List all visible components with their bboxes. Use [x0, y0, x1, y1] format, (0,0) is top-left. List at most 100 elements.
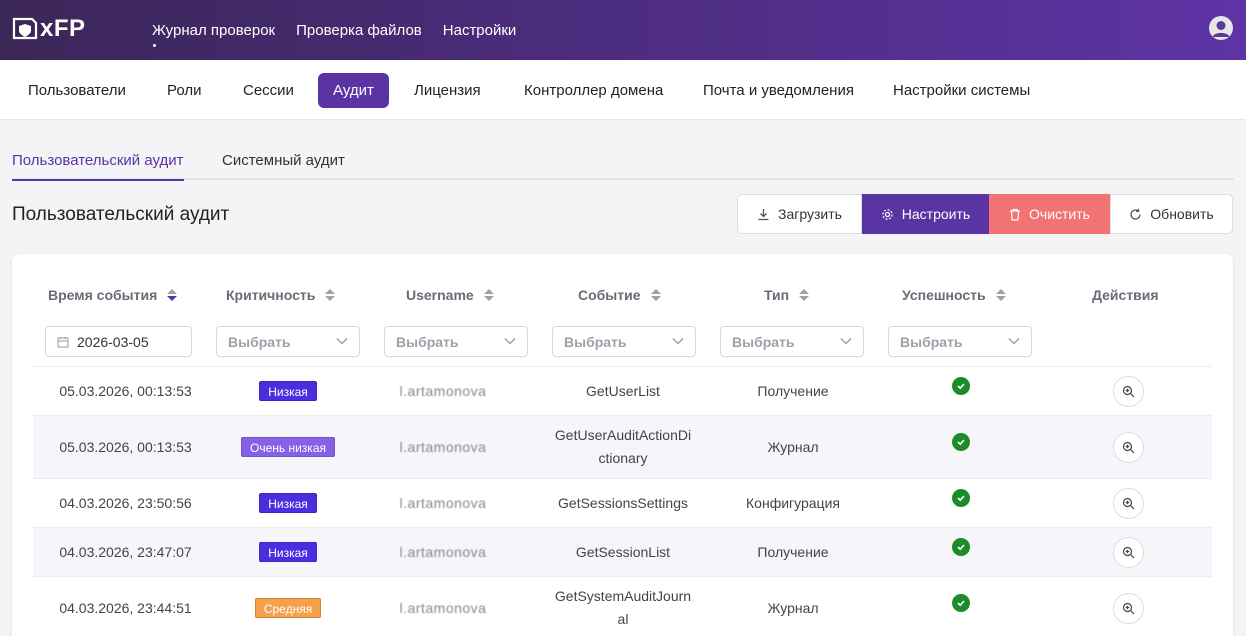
success-cell — [923, 528, 998, 576]
actions-cell — [1098, 528, 1158, 576]
action-buttons: Загрузить Настроить Очистить Обновить — [737, 194, 1233, 234]
column-header-success[interactable]: Успешность — [902, 287, 1006, 303]
column-header-event-time[interactable]: Время события — [48, 287, 178, 303]
username-cell: l.artamonova — [399, 438, 487, 455]
severity-cell: Низкая — [218, 479, 358, 527]
event-name-line: GetSystemAuditJourn — [554, 588, 692, 604]
select-placeholder: Выбрать — [900, 333, 963, 350]
event-time-cell: 04.03.2026, 23:47:07 — [59, 543, 192, 560]
user-avatar-icon[interactable] — [1209, 16, 1233, 40]
subnav-system-settings[interactable]: Настройки системы — [878, 73, 1045, 108]
actions-cell — [1098, 479, 1158, 527]
download-button[interactable]: Загрузить — [737, 194, 862, 234]
table-row[interactable]: 04.03.2026, 23:44:51 Средняя l.artamonov… — [33, 576, 1212, 636]
chevron-down-icon — [336, 338, 348, 345]
view-details-button[interactable] — [1112, 487, 1144, 519]
refresh-icon — [1130, 208, 1141, 220]
table-row[interactable]: 04.03.2026, 23:50:56 Низкая l.artamonova… — [33, 478, 1212, 527]
select-placeholder: Выбрать — [396, 333, 459, 350]
table-row[interactable]: 05.03.2026, 00:13:53 Низкая l.artamonova… — [33, 366, 1212, 415]
event-name-line: GetUserAuditActionDi — [554, 427, 692, 443]
success-cell — [923, 479, 998, 527]
type-cell: Журнал — [767, 599, 819, 616]
column-header-type[interactable]: Тип — [764, 287, 810, 303]
calendar-icon — [57, 336, 69, 347]
actions-cell — [1098, 577, 1158, 636]
event-name-line: al — [617, 611, 629, 627]
view-details-button[interactable] — [1112, 375, 1144, 407]
configure-button[interactable]: Настроить — [862, 194, 989, 234]
refresh-button[interactable]: Обновить — [1110, 194, 1233, 234]
select-placeholder: Выбрать — [732, 333, 795, 350]
severity-filter-select[interactable]: Выбрать — [216, 326, 360, 357]
severity-badge: Низкая — [259, 542, 317, 562]
event-filter-select[interactable]: Выбрать — [552, 326, 696, 357]
chevron-down-icon — [672, 338, 684, 345]
view-details-button[interactable] — [1112, 536, 1144, 568]
column-header-event[interactable]: Событие — [578, 287, 661, 303]
subnav-domain-controller[interactable]: Контроллер домена — [509, 73, 678, 108]
event-time-cell: 05.03.2026, 00:13:53 — [59, 438, 192, 455]
audit-table: Время события Критичность Username Событ… — [12, 254, 1233, 636]
event-time-cell: 04.03.2026, 23:44:51 — [59, 599, 192, 616]
event-cell: GetSessionList — [543, 528, 703, 576]
username-cell: l.artamonova — [399, 382, 487, 399]
topnav-file-check[interactable]: Проверка файлов — [296, 22, 422, 39]
success-check-icon — [951, 489, 970, 507]
subnav-roles[interactable]: Роли — [152, 73, 217, 108]
type-cell: Получение — [757, 543, 829, 560]
username-cell: l.artamonova — [399, 599, 487, 616]
topnav-check-journal[interactable]: Журнал проверок — [152, 22, 275, 47]
audit-tabs: Пользовательский аудит Системный аудит — [12, 140, 1234, 181]
download-icon — [758, 208, 769, 220]
subnav-license[interactable]: Лицензия — [399, 73, 496, 108]
username-cell: l.artamonova — [399, 494, 487, 511]
subnav-mail-notifications[interactable]: Почта и уведомления — [688, 73, 869, 108]
type-cell: Конфигурация — [746, 494, 840, 511]
zoom-in-icon — [1122, 441, 1134, 453]
chevron-down-icon — [840, 338, 852, 345]
date-filter-input[interactable]: 2026-03-05 — [45, 326, 192, 357]
severity-badge: Низкая — [259, 381, 317, 401]
column-header-label: Успешность — [902, 287, 986, 303]
refresh-label: Обновить — [1150, 206, 1214, 222]
severity-badge: Низкая — [259, 493, 317, 513]
view-details-button[interactable] — [1112, 592, 1144, 624]
view-details-button[interactable] — [1112, 431, 1144, 463]
tab-system-audit[interactable]: Системный аудит — [222, 152, 345, 179]
column-header-severity[interactable]: Критичность — [226, 287, 336, 303]
date-filter-value: 2026-03-05 — [77, 333, 149, 350]
column-header-actions: Действия — [1092, 287, 1159, 303]
page-title: Пользовательский аудит — [12, 204, 230, 225]
severity-badge: Очень низкая — [241, 437, 335, 457]
gear-icon — [882, 208, 893, 220]
tab-user-audit[interactable]: Пользовательский аудит — [12, 152, 184, 181]
subnav-users[interactable]: Пользователи — [13, 73, 141, 108]
success-check-icon — [951, 433, 970, 451]
chevron-down-icon — [504, 338, 516, 345]
username-filter-select[interactable]: Выбрать — [384, 326, 528, 357]
app-logo[interactable]: xFP — [12, 15, 86, 43]
topnav-settings[interactable]: Настройки — [443, 22, 517, 39]
type-filter-select[interactable]: Выбрать — [720, 326, 864, 357]
success-check-icon — [951, 377, 970, 395]
sort-icon — [483, 289, 494, 301]
table-row[interactable]: 05.03.2026, 00:13:53 Очень низкая l.arta… — [33, 415, 1212, 478]
chevron-down-icon — [1008, 338, 1020, 345]
event-cell: GetUserList — [543, 367, 703, 415]
success-cell — [923, 577, 998, 636]
success-cell — [923, 416, 998, 478]
type-cell: Журнал — [767, 438, 819, 455]
select-placeholder: Выбрать — [228, 333, 291, 350]
column-header-label: Событие — [578, 287, 641, 303]
type-cell: Получение — [757, 382, 829, 399]
success-filter-select[interactable]: Выбрать — [888, 326, 1032, 357]
severity-cell: Низкая — [218, 528, 358, 576]
subnav-audit[interactable]: Аудит — [318, 73, 389, 108]
subnav-sessions[interactable]: Сессии — [228, 73, 309, 108]
column-header-username[interactable]: Username — [406, 287, 494, 303]
clear-button[interactable]: Очистить — [989, 194, 1110, 234]
table-row[interactable]: 04.03.2026, 23:47:07 Низкая l.artamonova… — [33, 527, 1212, 576]
clear-label: Очистить — [1029, 206, 1090, 222]
sort-icon — [650, 289, 661, 301]
